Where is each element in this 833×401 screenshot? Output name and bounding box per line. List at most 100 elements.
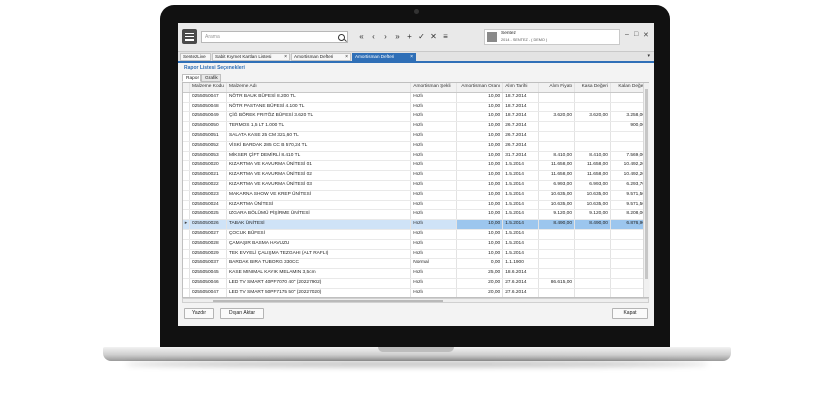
document-tabs: SentezLive Sabit Kıymet Kartları Listesi… [178,52,654,63]
tab-amortisman-defteri-1[interactable]: Amortisman Defteri × [291,53,351,61]
delete-icon[interactable]: ✕ [428,31,439,43]
column-header[interactable]: Kalan Değer [610,83,648,93]
column-header[interactable]: Alım Tarihi [502,83,540,93]
table-cell: 9.571,50 [610,200,648,211]
table-row[interactable]: 0255050045 KASE MINIMAL KAYIK MELAMIN 3,5… [183,268,648,279]
save-icon[interactable]: ✓ [416,31,427,43]
table-row[interactable]: 0255050022 KIZARTMA VE KAVURMA ÜNİTESİ 03… [183,180,648,191]
table-cell: 0255050025 [189,209,227,221]
minimize-icon[interactable]: – [625,31,629,38]
table-row[interactable]: 0255050029 TEK EVYELİ ÇALIŞMA TEZGAHI (AL… [183,249,648,260]
table-cell [574,288,611,297]
table-row[interactable]: 0255050025 IZGARA BÖLÜMÜ PİŞİRME ÜNİTESİ H… [183,209,648,221]
first-record-icon[interactable]: « [356,31,367,43]
table-cell: KIZARTMA VE KAVURMA ÜNİTESİ 03 [226,180,412,191]
section-title: Rapor Listesi Seçenekleri [184,65,245,71]
table-cell [538,249,576,260]
table-row[interactable]: 0255050020 KIZARTMA VE KAVURMA ÜNİTESİ 01… [183,160,648,172]
table-row[interactable]: 0255050049 ÇİĞ BÖREK FRITÖZ BÜFESİ 3.620 … [183,111,648,123]
table-cell: Hızlı [410,121,458,132]
close-button[interactable]: Kapat [612,308,648,319]
table-cell: Hızlı [410,239,458,250]
table-cell: 10,00 [456,190,504,201]
table-row[interactable]: 0255050048 NÖTR PASTANE BÜFESİ 4.100 TL Hı… [183,102,648,113]
table-cell: Hızlı [410,141,458,152]
search-input[interactable]: Arama [201,31,348,43]
table-row[interactable]: 0255050023 MAKARNA SHOW VE KREP ÜNİTESİ Hı… [183,190,648,201]
table-cell: 9.120,00 [574,209,611,221]
column-header[interactable]: Malzeme Adı [226,83,412,93]
table-row[interactable]: 0255050028 ÇAMAŞIR BASMA HAVUZU Hızlı 10,00… [183,239,648,250]
table-row[interactable]: 0255050021 KIZARTMA VE KAVURMA ÜNİTESİ 02… [183,170,648,181]
tab-sabit-kiymet-kartlari[interactable]: Sabit Kıymet Kartları Listesi × [212,53,290,61]
tab-grafik[interactable]: Grafik [201,74,221,82]
tab-rapor[interactable]: Rapor [182,74,201,82]
close-icon[interactable]: × [410,54,413,60]
column-header[interactable]: Amortisman Oranı [456,83,504,93]
table-cell: VİSKİ BARDAK 285 CC B 570,24 TL [226,141,412,152]
export-button[interactable]: Dışarı Aktar [220,308,264,319]
table-cell [610,131,648,142]
table-cell: 0255050045 [189,268,227,279]
tab-sentezlive[interactable]: SentezLive [180,53,211,61]
table-row[interactable]: 0255050037 BARDAK BIRA TUBORG 330CC Normal… [183,258,648,270]
table-cell [538,141,576,152]
table-cell: 1.5.2014 [502,219,540,230]
table-cell: TERMOS 1,5 LT 1.000 TL [226,121,412,132]
table-cell [610,141,648,152]
last-record-icon[interactable]: » [392,31,403,43]
table-row[interactable]: 0255050053 MİKSER ÇİFT DEMİRLİ 8.410 TL Hı… [183,151,648,162]
close-window-icon[interactable]: ✕ [643,31,649,39]
table-cell: 7.569,00 [610,151,648,162]
table-row[interactable]: 0255050052 VİSKİ BARDAK 285 CC B 570,24 T… [183,141,648,152]
close-icon[interactable]: × [284,54,287,60]
table-cell: SALATA KASE 25 CM 321,60 TL [226,131,412,142]
previous-record-icon[interactable]: ‹ [368,31,379,43]
table-cell: 3.620,00 [574,111,611,123]
tabs-dropdown-icon[interactable]: ▾ [647,53,650,59]
table-row[interactable]: 0255050047 NÖTR BAUK BÜFESİ 8.200 TL Hızlı… [183,92,648,103]
table-row[interactable]: 0255050024 KIZARTMA ÜNİTESİ Hızlı 10,00 1.5.… [183,200,648,211]
tab-label: Amortisman Defteri [294,54,334,59]
table-cell: TABAK ÜNİTESİ [226,219,412,230]
maximize-icon[interactable]: □ [634,31,638,38]
table-row[interactable]: ▸ 0255050026 TABAK ÜNİTESİ Hızlı 10,00 1.5.20… [183,219,648,230]
search-icon[interactable] [338,34,345,41]
table-row[interactable]: 0255050051 SALATA KASE 25 CM 321,60 TL Hız… [183,131,648,142]
table-cell: 10,00 [456,92,504,103]
horizontal-scrollbar[interactable] [182,298,649,303]
table-cell: 6.993,00 [574,180,611,191]
table-cell: 1.5.2014 [502,180,540,191]
table-cell: Hızlı [410,180,458,191]
user-panel[interactable]: Sentez 2014 - SENTEZ - ( DEMO ) [484,29,620,45]
add-icon[interactable]: + [404,31,415,43]
table-cell: 25,00 [456,268,504,279]
menu-icon[interactable] [182,29,197,44]
table-cell: 0255050022 [189,180,227,191]
table-cell: ÇOCUK BÜFESİ [226,229,412,240]
table-cell: KIZARTMA ÜNİTESİ [226,200,412,211]
list-icon[interactable]: ≡ [440,31,451,43]
table-cell: 0255050024 [189,200,227,211]
table-row[interactable]: 0255050050 TERMOS 1,5 LT 1.000 TL Hızlı 10,… [183,121,648,132]
table-cell: 0255050023 [189,190,227,201]
print-button[interactable]: Yazdır [184,308,214,319]
table-row[interactable]: 0255050027 ÇOCUK BÜFESİ Hızlı 10,00 1.5.2014 [183,229,648,240]
table-cell: Hızlı [410,92,458,103]
table-cell: BARDAK BIRA TUBORG 330CC [226,258,412,270]
table-row[interactable]: 0255050047 LED TV SMART 50PF7175 50" (202… [183,288,648,297]
vertical-scrollbar[interactable] [643,83,649,297]
column-header[interactable]: Kasa Değeri [574,83,611,93]
column-header[interactable]: Amortisman Şekli [410,83,458,93]
table-cell: 0255050029 [189,249,227,260]
next-record-icon[interactable]: › [380,31,391,43]
user-name: Sentez [501,31,516,36]
table-cell: NÖTR PASTANE BÜFESİ 4.100 TL [226,102,412,113]
close-icon[interactable]: × [345,54,348,60]
column-header[interactable]: Alım Fiyatı [538,83,576,93]
table-cell: 8.208,00 [610,209,648,221]
tab-amortisman-defteri-2[interactable]: Amortisman Defteri × [352,53,416,61]
table-cell: 10.635,00 [574,190,611,201]
column-header[interactable]: Malzeme Kodu [189,83,227,93]
table-row[interactable]: 0255050046 LED TV SMART 40PF7070 40" (202… [183,278,648,289]
